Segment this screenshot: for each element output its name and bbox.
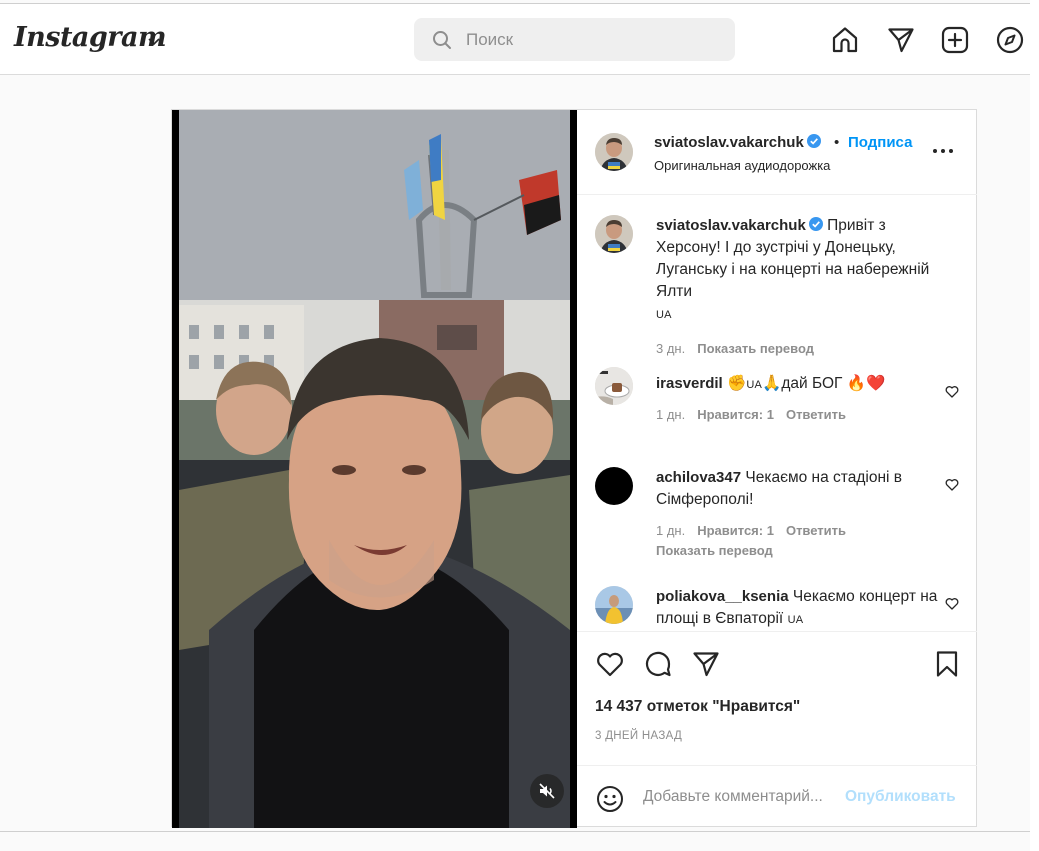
caption-meta: 3 дн. Показать перевод — [656, 341, 814, 356]
explore-icon[interactable] — [995, 25, 1025, 55]
comment-meta: 1 дн. Нравится: 1 Ответить — [656, 523, 846, 538]
comment-translate: Показать перевод — [656, 543, 773, 558]
muted-speaker-icon — [539, 783, 555, 799]
comment-input[interactable] — [643, 778, 843, 816]
like-comment-heart-icon[interactable] — [945, 597, 959, 611]
share-icon[interactable] — [691, 649, 721, 679]
save-bookmark-icon[interactable] — [932, 649, 962, 679]
comment-meta: 1 дн. Нравится: 1 Ответить — [656, 407, 846, 422]
comment-time[interactable]: 1 дн. — [656, 523, 685, 538]
comment-text-block: irasverdil ✊UA🙏дай БОГ 🔥❤️ — [656, 373, 946, 396]
top-navbar: Instagram — [0, 4, 1030, 75]
add-comment-bar: Опубликовать — [577, 765, 977, 828]
commenter-avatar[interactable] — [595, 467, 633, 505]
caption-username[interactable]: sviatoslav.vakarchuk — [656, 217, 806, 234]
post-dialog: sviatoslav.vakarchuk • Подписа Оригиналь… — [171, 109, 977, 828]
verified-badge-icon — [806, 134, 821, 148]
caption-time[interactable]: 3 дн. — [656, 341, 685, 356]
mute-button[interactable] — [530, 774, 564, 808]
comment-item: irasverdil ✊UA🙏дай БОГ 🔥❤️ 1 дн. Нравится… — [577, 360, 977, 440]
video-player[interactable] — [179, 110, 570, 828]
comment-icon[interactable] — [643, 649, 673, 679]
likes-count[interactable]: 14 437 отметок "Нравится" — [595, 698, 800, 716]
publish-button[interactable]: Опубликовать — [845, 788, 956, 806]
reply-button[interactable]: Ответить — [786, 523, 846, 538]
commenter-avatar[interactable] — [595, 367, 633, 405]
post-header: sviatoslav.vakarchuk • Подписа Оригиналь… — [577, 110, 977, 195]
home-icon[interactable] — [830, 25, 860, 55]
comment-text-block: achilova347 Чекаємо на стадіоні в Сімфер… — [656, 467, 946, 511]
author-username-row: sviatoslav.vakarchuk — [654, 134, 821, 152]
chevron-down-icon[interactable] — [147, 34, 161, 48]
caption: sviatoslav.vakarchuk Привіт з Херсону! І… — [577, 215, 977, 365]
video-frame — [179, 110, 570, 828]
search-icon — [433, 31, 451, 49]
direct-icon[interactable] — [886, 25, 916, 55]
separator-dot: • — [834, 134, 840, 151]
commenter-username[interactable]: irasverdil — [656, 375, 723, 392]
post-sidebar: sviatoslav.vakarchuk • Подписа Оригиналь… — [577, 110, 977, 828]
like-heart-icon[interactable] — [595, 649, 625, 679]
instagram-logo[interactable]: Instagram — [14, 22, 167, 53]
like-comment-heart-icon[interactable] — [945, 478, 959, 492]
comment-item: achilova347 Чекаємо на стадіоні в Сімфер… — [577, 460, 977, 570]
comment-text-block: poliakova__ksenia Чекаємо концерт на пло… — [656, 586, 946, 631]
author-avatar[interactable] — [595, 133, 633, 171]
more-options-icon[interactable] — [932, 145, 954, 157]
window-bottom-border — [0, 831, 1030, 832]
caption-text-block: sviatoslav.vakarchuk Привіт з Херсону! І… — [656, 215, 946, 326]
post-actions: 14 437 отметок "Нравится" 3 ДНЕЙ НАЗАД — [577, 631, 977, 765]
commenter-username[interactable]: achilova347 — [656, 469, 741, 486]
commenter-username[interactable]: poliakova__ksenia — [656, 588, 789, 605]
emoji-icon[interactable] — [595, 784, 625, 814]
window-edge — [1030, 0, 1039, 851]
flag-ukraine-icon: UA — [787, 614, 804, 626]
comment-time[interactable]: 1 дн. — [656, 407, 685, 422]
commenter-avatar[interactable] — [595, 586, 633, 624]
post-media[interactable] — [172, 110, 577, 828]
verified-badge-icon — [808, 217, 823, 231]
flag-ukraine-icon: UA — [656, 309, 672, 321]
translate-button[interactable]: Показать перевод — [656, 543, 773, 558]
comment-likes[interactable]: Нравится: 1 — [697, 407, 774, 422]
reply-button[interactable]: Ответить — [786, 407, 846, 422]
comment-item: poliakova__ksenia Чекаємо концерт на пло… — [577, 579, 977, 631]
follow-button[interactable]: Подписа — [848, 134, 912, 151]
new-post-icon[interactable] — [940, 25, 970, 55]
author-username[interactable]: sviatoslav.vakarchuk — [654, 134, 804, 151]
caption-avatar[interactable] — [595, 215, 633, 253]
like-comment-heart-icon[interactable] — [945, 385, 959, 399]
original-audio-link[interactable]: Оригинальная аудиодорожка — [654, 158, 830, 173]
translate-button[interactable]: Показать перевод — [697, 341, 814, 356]
search-input[interactable] — [466, 18, 716, 61]
comment-text: ✊UA🙏дай БОГ 🔥❤️ — [727, 375, 886, 392]
search-box[interactable] — [414, 18, 735, 61]
comment-likes[interactable]: Нравится: 1 — [697, 523, 774, 538]
comments-list[interactable]: sviatoslav.vakarchuk Привіт з Херсону! І… — [577, 196, 977, 631]
post-date[interactable]: 3 ДНЕЙ НАЗАД — [595, 730, 682, 742]
